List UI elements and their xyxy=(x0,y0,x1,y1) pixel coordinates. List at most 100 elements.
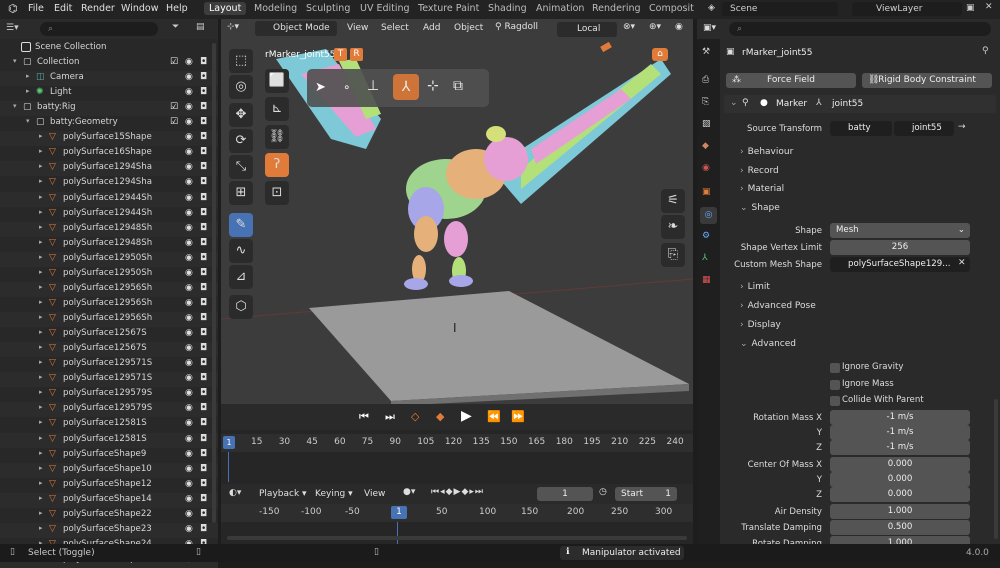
tab-sculpting[interactable]: Sculpting xyxy=(306,3,350,14)
outliner-row[interactable]: ▸ ▽ polySurfaceShape9 ◉ ◘ xyxy=(0,448,218,463)
camera-render-icon[interactable]: ◘ xyxy=(200,418,207,428)
menu-view[interactable]: View xyxy=(347,23,368,33)
eye-icon[interactable]: ◉ xyxy=(185,72,193,82)
editor-type-icon[interactable]: ☰▾ xyxy=(6,23,19,33)
tab-layout[interactable]: Layout xyxy=(204,2,247,15)
rotate-badge[interactable]: R xyxy=(350,48,363,61)
ragdoll-link-icon[interactable]: ⛓ xyxy=(265,125,289,149)
panel-behaviour[interactable]: › Behaviour xyxy=(740,147,793,157)
outliner-search-input[interactable]: ⌕ xyxy=(40,22,158,36)
eye-icon[interactable]: ◉ xyxy=(185,208,193,218)
timeline-editor-icon[interactable]: ◐▾ xyxy=(229,488,241,498)
outliner-row[interactable]: ▸ ▽ polySurfaceShape23 ◉ ◘ xyxy=(0,522,218,538)
start-frame-field[interactable]: Start 1 xyxy=(615,487,677,501)
arrow-right-icon[interactable]: → xyxy=(958,122,966,132)
expand-arrow-icon[interactable]: ▸ xyxy=(39,177,43,185)
expand-arrow-icon[interactable]: ▸ xyxy=(39,298,43,306)
rotation-mass-x-field[interactable]: -1 m/s xyxy=(830,410,970,425)
properties-editor-icon[interactable]: ▣▾ xyxy=(703,23,716,33)
scene-tab-icon[interactable]: ◆ xyxy=(702,141,709,151)
expand-arrow-icon[interactable]: ▸ xyxy=(39,524,43,532)
source-object-field[interactable]: batty xyxy=(830,121,892,136)
rotate-tool[interactable]: ⟳ xyxy=(229,129,253,153)
menu-edit[interactable]: Edit xyxy=(54,3,72,14)
expand-arrow-icon[interactable]: ▸ xyxy=(39,162,43,170)
ragdoll-ruler-icon[interactable]: ⊾ xyxy=(265,97,289,121)
outliner-scrollbar[interactable] xyxy=(212,43,216,523)
gizmo-toggle-icon[interactable]: ⌂ xyxy=(652,48,668,61)
expand-arrow-icon[interactable]: ▸ xyxy=(39,238,43,246)
filter-icon[interactable]: ⏷ xyxy=(172,22,179,32)
expand-arrow-icon[interactable]: ▸ xyxy=(39,373,43,381)
outliner-row[interactable]: ▸ ▽ polySurface15Shape ◉ ◘ xyxy=(0,131,218,147)
outliner-row[interactable]: ▸ ▽ polySurface12948Sh ◉ ◘ xyxy=(0,237,218,252)
outliner-row[interactable]: ▸ ✺ Light ◉ ◘ xyxy=(0,86,218,101)
outliner-row[interactable]: ▸ ▽ polySurfaceShape14 ◉ ◘ xyxy=(0,492,218,508)
outliner-row[interactable]: ▸ ▽ polySurface129571S ◉ ◘ xyxy=(0,372,218,388)
center-of-mass-y-field[interactable]: 0.000 xyxy=(830,472,970,487)
play-icon[interactable]: ▶ xyxy=(461,408,472,424)
expand-arrow-icon[interactable]: ▸ xyxy=(39,434,43,442)
eye-icon[interactable]: ◉ xyxy=(185,238,193,248)
eye-icon[interactable]: ◉ xyxy=(185,388,193,398)
output-tab-icon[interactable]: ⎘ xyxy=(702,97,709,107)
expand-arrow-icon[interactable]: ▸ xyxy=(39,494,43,502)
camera-render-icon[interactable]: ◘ xyxy=(200,298,207,308)
menu-window[interactable]: Window xyxy=(121,3,158,14)
outliner-row[interactable]: ▸ ▽ polySurface12956Sh ◉ ◘ xyxy=(0,312,218,328)
fast-forward-icon[interactable]: ⏩ xyxy=(511,410,525,423)
camera-render-icon[interactable]: ◘ xyxy=(200,449,207,459)
pin-icon[interactable]: ⚲ xyxy=(982,46,989,56)
eye-icon[interactable]: ◉ xyxy=(185,193,193,203)
expand-arrow-icon[interactable]: ▸ xyxy=(39,223,43,231)
properties-search-input[interactable]: ⌕ xyxy=(729,22,991,36)
custom-mesh-field[interactable]: polySurfaceShape129... xyxy=(830,257,970,272)
menu-add[interactable]: Add xyxy=(423,23,440,33)
camera-render-icon[interactable]: ◘ xyxy=(200,238,207,248)
view-layer-selector[interactable]: ViewLayer xyxy=(852,2,962,16)
data-tab-icon[interactable]: ⅄ xyxy=(702,253,708,263)
panel-material[interactable]: › Material xyxy=(740,184,784,194)
rigid-body-constraint-button[interactable]: ⛓ Rigid Body Constraint xyxy=(862,73,992,88)
eye-icon[interactable]: ◉ xyxy=(185,479,193,489)
outliner-scene-collection[interactable]: Scene Collection xyxy=(0,41,218,56)
expand-arrow-icon[interactable]: ▸ xyxy=(39,509,43,517)
vertex-limit-field[interactable]: 256 xyxy=(830,240,970,255)
scale-tool[interactable]: ⤡ xyxy=(229,155,253,179)
expand-arrow-icon[interactable]: ▸ xyxy=(39,464,43,472)
camera-render-icon[interactable]: ◘ xyxy=(200,72,207,82)
camera-render-icon[interactable]: ◘ xyxy=(200,223,207,233)
eye-icon[interactable]: ◉ xyxy=(185,147,193,157)
eye-icon[interactable]: ◉ xyxy=(185,509,193,519)
tab-modeling[interactable]: Modeling xyxy=(254,3,297,14)
ragdoll-menu[interactable]: ⚲ Ragdoll xyxy=(495,22,538,32)
checkbox-icon[interactable]: ☑ xyxy=(170,117,178,127)
eye-icon[interactable]: ◉ xyxy=(185,524,193,534)
object-tab-icon[interactable]: ▣ xyxy=(702,187,711,197)
camera-render-icon[interactable]: ◘ xyxy=(200,403,207,413)
checkbox-ignore-gravity[interactable] xyxy=(830,363,840,373)
outliner-row[interactable]: ▸ ◫ Camera ◉ ◘ xyxy=(0,71,218,87)
expand-arrow-icon[interactable]: ▸ xyxy=(26,87,30,95)
camera-render-icon[interactable]: ◘ xyxy=(200,57,207,67)
center-of-mass-x-field[interactable]: 0.000 xyxy=(830,457,970,472)
expand-arrow-icon[interactable]: ▸ xyxy=(39,328,43,336)
lower-frame-ruler[interactable]: -150 -100 -50 1 50 100 150 200 250 300 xyxy=(221,504,693,522)
outliner-row[interactable]: ▸ ▽ polySurfaceShape12 ◉ ◘ xyxy=(0,478,218,493)
eye-icon[interactable]: ◉ xyxy=(185,117,193,127)
camera-render-icon[interactable]: ◘ xyxy=(200,328,207,338)
editor-type-icon[interactable]: ⊹▾ xyxy=(227,22,239,32)
outliner-row[interactable]: ▸ ▽ polySurface16Shape ◉ ◘ xyxy=(0,146,218,161)
camera-render-icon[interactable]: ◘ xyxy=(200,253,207,263)
proportional-icon[interactable]: ◉ xyxy=(675,22,683,32)
expand-arrow-icon[interactable]: ▸ xyxy=(39,147,43,155)
expand-arrow-icon[interactable]: ▸ xyxy=(39,388,43,396)
timeline-scrollbar[interactable] xyxy=(227,536,687,540)
world-tab-icon[interactable]: ◉ xyxy=(702,163,710,173)
eye-icon[interactable]: ◉ xyxy=(185,253,193,263)
expand-arrow-icon[interactable]: ▸ xyxy=(39,193,43,201)
expand-arrow-icon[interactable]: ▸ xyxy=(39,479,43,487)
copy-pose-icon[interactable]: ⧉ xyxy=(453,78,463,94)
pivot-icon[interactable]: ⊗▾ xyxy=(623,22,635,32)
outliner-row[interactable]: ▾ ▢ batty:Rig ☑ ◉ ◘ xyxy=(0,101,218,117)
